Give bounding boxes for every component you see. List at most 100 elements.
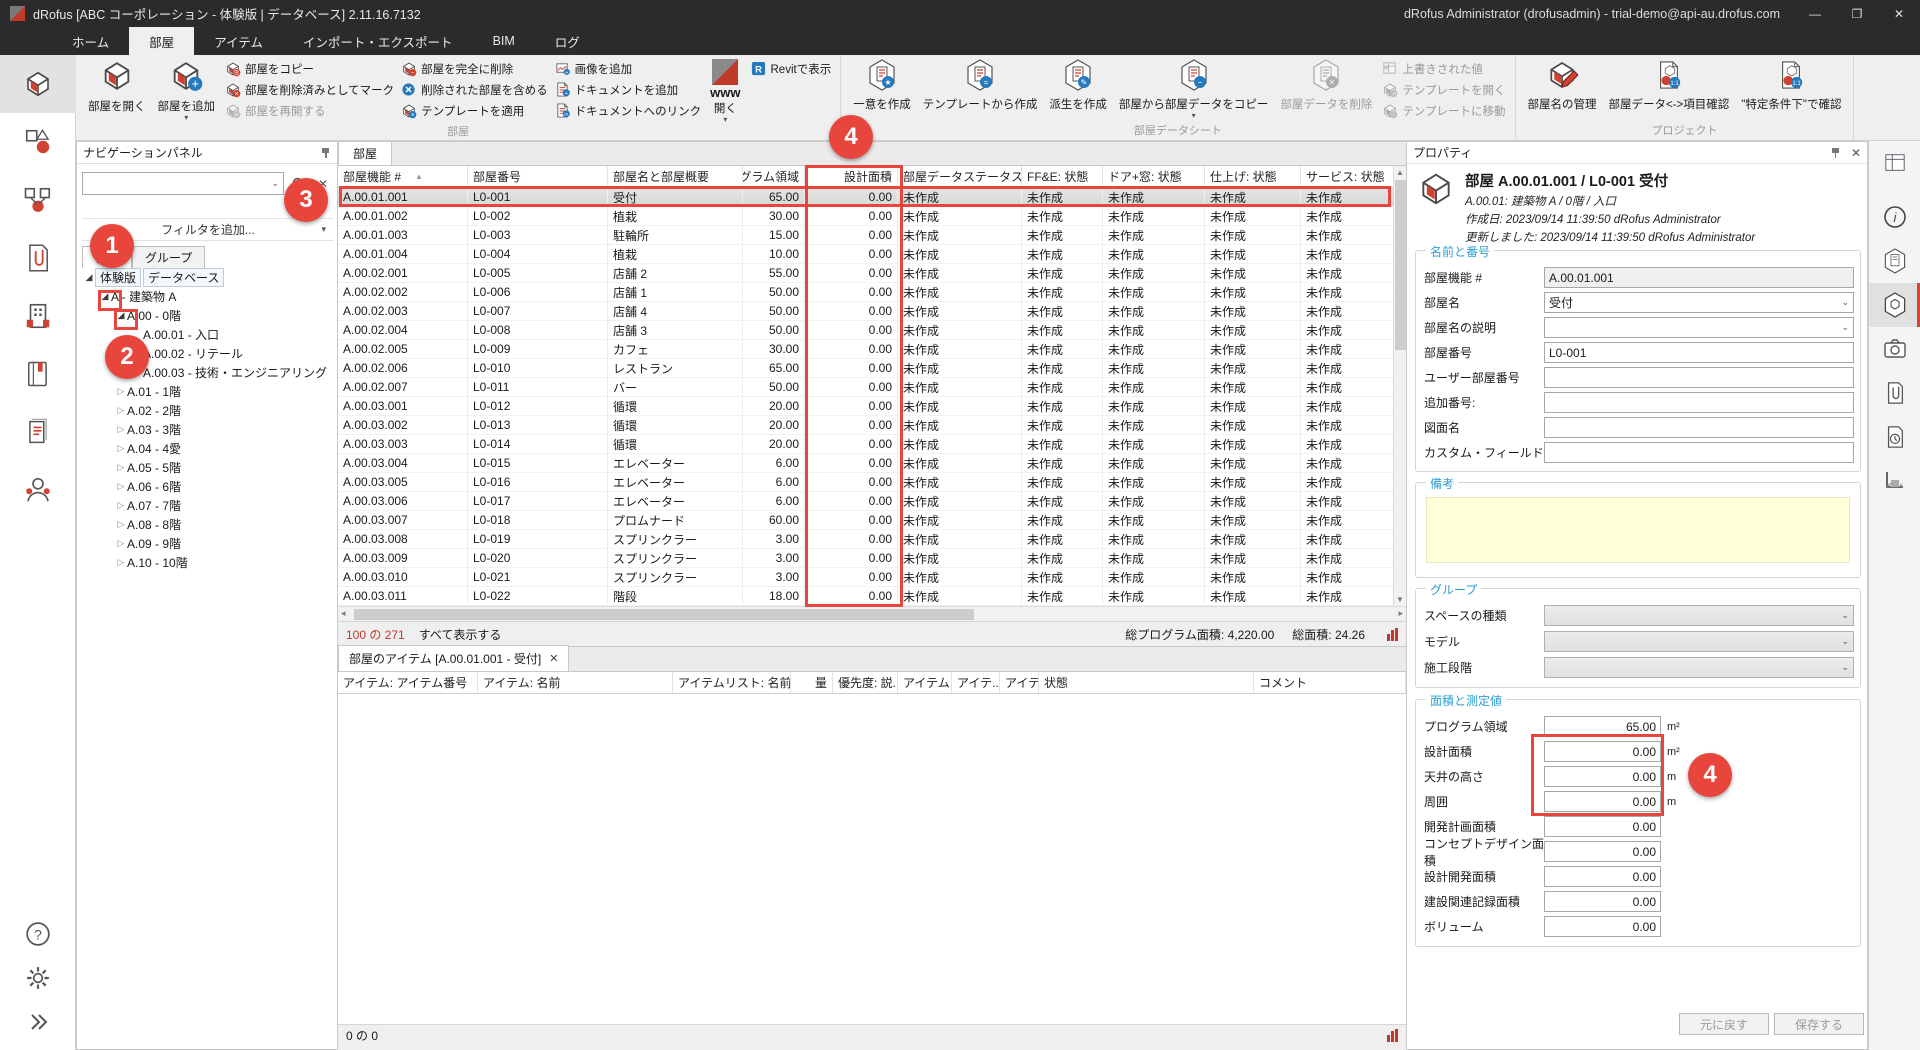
ribbon-button[interactable]: +ドキュメントを追加	[554, 79, 702, 100]
props-rail-camera-icon[interactable]	[1869, 327, 1920, 371]
props-rail-history-icon[interactable]	[1869, 415, 1920, 459]
column-header[interactable]: 量	[791, 672, 833, 693]
scroll-up-icon[interactable]: ▲	[1396, 168, 1404, 177]
column-header[interactable]: 部屋データステータス	[898, 166, 1022, 187]
rail-contacts-icon[interactable]	[0, 461, 76, 519]
undo-button[interactable]: 元に戻す	[1679, 1013, 1769, 1035]
tree-item[interactable]: ▷A.10 - 10階	[77, 553, 337, 572]
field-input[interactable]: ⌄	[1544, 631, 1854, 652]
tree-item[interactable]: ▷A.09 - 9階	[77, 534, 337, 553]
expand-icon[interactable]: ▷	[115, 443, 127, 454]
pin-icon[interactable]	[1830, 147, 1841, 158]
ribbon-button[interactable]: ✎派生を作成	[1044, 57, 1112, 114]
minimize-button[interactable]: —	[1794, 0, 1836, 27]
field-input[interactable]: 0.00	[1544, 866, 1661, 887]
tree-item[interactable]: ▷A.06 - 6階	[77, 477, 337, 496]
field-input[interactable]: 0.00	[1544, 816, 1661, 837]
rail-bim-objects-icon[interactable]	[0, 113, 76, 171]
ribbon-button[interactable]: ✕部屋を削除済みとしてマーク	[224, 79, 394, 100]
field-input[interactable]: 0.00	[1544, 916, 1661, 937]
maximize-button[interactable]: ❐	[1836, 0, 1878, 27]
ribbon-button[interactable]: ↻部屋を再開する	[224, 100, 394, 121]
close-panel-icon[interactable]: ✕	[1851, 146, 1861, 160]
props-rail-layout-grid-icon[interactable]	[1869, 141, 1920, 185]
column-header[interactable]: ドア+窓: 状態	[1103, 166, 1205, 187]
ribbon-button[interactable]: 1:1部屋データ<->項目確認	[1604, 57, 1735, 114]
expand-icon[interactable]: ▷	[115, 519, 127, 530]
ribbon-button[interactable]: 上書きされた値	[1381, 58, 1505, 79]
nav-tab-グループ[interactable]: グループ	[132, 246, 205, 268]
menu-tab-ホーム[interactable]: ホーム	[52, 27, 129, 55]
tree-item[interactable]: ▷A.05 - 5階	[77, 458, 337, 477]
menu-tab-部屋[interactable]: 部屋	[129, 27, 194, 55]
field-input[interactable]: 受付⌄	[1544, 292, 1854, 313]
tree-item[interactable]: ▷A.07 - 7階	[77, 496, 337, 515]
column-header[interactable]: FF&E: 状態	[1022, 166, 1103, 187]
tree-item[interactable]: ▷A.04 - 4愛	[77, 439, 337, 458]
column-header[interactable]: 部屋名と部屋概要	[608, 166, 743, 187]
ribbon-button[interactable]: −部屋から部屋データをコピー▾	[1114, 57, 1274, 121]
ribbon-button[interactable]: 部屋を開く	[83, 57, 151, 116]
ribbon-button[interactable]: ↗テンプレートを開く	[1381, 79, 1505, 100]
rail-buildings-icon[interactable]	[0, 287, 76, 345]
field-input[interactable]: L0-001	[1544, 342, 1854, 363]
column-header[interactable]: 優先度: 説...	[833, 672, 898, 693]
pin-icon[interactable]	[320, 147, 331, 158]
field-input[interactable]	[1544, 367, 1854, 388]
tree-item[interactable]: ▷A.03 - 3階	[77, 420, 337, 439]
close-tab-icon[interactable]: ✕	[549, 652, 558, 665]
columns-icon[interactable]	[1387, 1029, 1398, 1042]
rail-expand-icon[interactable]	[0, 1000, 76, 1044]
scroll-left-icon[interactable]: ◂	[341, 608, 346, 619]
field-input[interactable]: A.00.01.001	[1544, 267, 1854, 288]
ribbon-button[interactable]: RRevitで表示	[750, 58, 832, 79]
tree-item[interactable]: ▷A.08 - 8階	[77, 515, 337, 534]
rail-linked-items-icon[interactable]	[0, 171, 76, 229]
column-header[interactable]: アイテ...	[1000, 672, 1039, 693]
expand-icon[interactable]: ▷	[115, 538, 127, 549]
ribbon-button[interactable]: =テンプレートから作成	[918, 57, 1043, 114]
field-input[interactable]	[1544, 417, 1854, 438]
tree-item[interactable]: ▷A.02 - 2階	[77, 401, 337, 420]
menu-tab-アイテム[interactable]: アイテム	[194, 27, 283, 55]
ribbon-button[interactable]: ✕部屋データを削除	[1275, 57, 1377, 114]
expand-icon[interactable]: ▷	[115, 424, 127, 435]
rail-rooms-icon[interactable]	[0, 55, 76, 113]
note-textarea[interactable]	[1426, 497, 1850, 563]
scrollbar-thumb[interactable]	[1395, 180, 1406, 350]
save-button[interactable]: 保存する	[1774, 1013, 1864, 1035]
scroll-down-icon[interactable]: ▼	[1396, 595, 1404, 604]
column-header[interactable]: コメント	[1254, 672, 1406, 693]
field-input[interactable]	[1544, 442, 1854, 463]
field-input[interactable]: ⌄	[1544, 657, 1854, 678]
props-rail-attachment-icon[interactable]	[1869, 371, 1920, 415]
expand-icon[interactable]: ▷	[115, 481, 127, 492]
ribbon-button[interactable]: +画像を追加	[554, 58, 702, 79]
column-header[interactable]: 部屋機能 #▲	[338, 166, 468, 187]
props-rail-datasheet-icon[interactable]	[1869, 239, 1920, 283]
column-header[interactable]: アイテムリスト: 名前	[673, 672, 791, 693]
search-input[interactable]: ⌄	[82, 172, 284, 195]
ribbon-button[interactable]: →テンプレートに移動	[1381, 100, 1505, 121]
ribbon-button[interactable]: ⎘部屋をコピー	[224, 58, 394, 79]
expand-icon[interactable]: ▷	[115, 462, 127, 473]
rail-attachments-icon[interactable]	[0, 229, 76, 287]
menu-tab-インポート・エクスポート[interactable]: インポート・エクスポート	[283, 27, 473, 55]
ribbon-button[interactable]: 1:1"特定条件下"で確認	[1736, 57, 1846, 114]
column-header[interactable]: 仕上げ: 状態	[1205, 166, 1301, 187]
expand-icon[interactable]: ▷	[115, 557, 127, 568]
column-header[interactable]: アイテ...	[952, 672, 1000, 693]
ribbon-button[interactable]: 削除された部屋を含める	[400, 79, 548, 100]
field-input[interactable]: 0.00	[1544, 891, 1661, 912]
tree-item[interactable]: ◢体験版データベース	[77, 268, 337, 287]
rail-reports-icon[interactable]	[0, 403, 76, 461]
field-input[interactable]: ⌄	[1544, 605, 1854, 626]
scroll-right-icon[interactable]: ▸	[1398, 608, 1403, 619]
room-items-tab[interactable]: 部屋のアイテム [A.00.01.001 - 受付] ✕	[338, 645, 569, 671]
column-header[interactable]: 状態	[1039, 672, 1254, 693]
close-button[interactable]: ✕	[1878, 0, 1920, 27]
column-header[interactable]: アイテム: 名前	[478, 672, 673, 693]
rooms-tab[interactable]: 部屋	[338, 141, 392, 165]
ribbon-button[interactable]: −部屋を完全に削除	[400, 58, 548, 79]
rail-help-icon[interactable]: ?	[0, 912, 76, 956]
